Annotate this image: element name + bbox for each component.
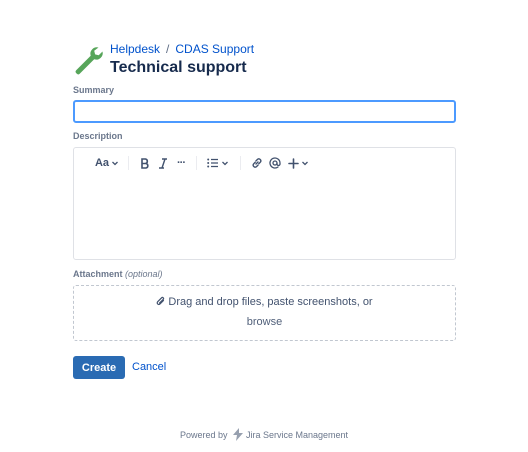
chevron-down-icon (112, 161, 118, 166)
description-content-area[interactable] (74, 178, 455, 260)
chevron-down-icon (301, 161, 308, 166)
breadcrumb-helpdesk[interactable]: Helpdesk (110, 42, 160, 56)
text-style-button[interactable]: Aa (94, 154, 120, 172)
footer-product[interactable]: Jira Service Management (246, 430, 348, 440)
description-label: Description (73, 131, 123, 141)
text-style-label: Aa (94, 157, 110, 169)
summary-input[interactable] (75, 102, 454, 122)
wrench-icon (75, 47, 103, 75)
jira-service-management-logo-icon (233, 428, 243, 441)
breadcrumb: Helpdesk / CDAS Support (110, 42, 254, 56)
breadcrumb-cdas-support[interactable]: CDAS Support (175, 42, 254, 56)
attachment-label-text: Attachment (73, 269, 123, 279)
cancel-button[interactable]: Cancel (132, 356, 166, 379)
plus-icon (287, 157, 299, 169)
portal-header: Helpdesk / CDAS Support Technical support (72, 42, 456, 82)
create-button[interactable]: Create (73, 356, 125, 379)
breadcrumb-separator: / (166, 42, 170, 56)
chevron-down-icon (222, 161, 228, 166)
mention-icon (269, 157, 281, 169)
summary-field-wrapper (73, 100, 456, 123)
attachment-optional-hint: (optional) (125, 269, 163, 279)
dropzone-browse-row: browse (74, 316, 455, 328)
toolbar-divider (128, 156, 129, 170)
paperclip-icon (157, 296, 165, 306)
italic-button[interactable] (156, 154, 170, 172)
link-icon (252, 158, 262, 168)
more-icon: ··· (177, 157, 186, 169)
page-title: Technical support (110, 59, 247, 76)
browse-link[interactable]: browse (247, 316, 282, 328)
bullet-list-icon (207, 158, 218, 168)
more-formatting-button[interactable]: ··· (174, 154, 188, 172)
link-button[interactable] (250, 154, 264, 172)
description-editor: Aa ··· (73, 147, 456, 260)
footer-prefix: Powered by (179, 430, 228, 440)
editor-toolbar: Aa ··· (74, 148, 455, 178)
bullet-list-button[interactable] (206, 154, 230, 172)
insert-button[interactable] (286, 154, 310, 172)
toolbar-divider (240, 156, 241, 170)
dropzone-instructions: Drag and drop files, paste screenshots, … (74, 296, 455, 308)
italic-icon (159, 157, 167, 169)
bold-icon (141, 157, 149, 169)
attachment-label: Attachment (optional) (73, 269, 163, 279)
powered-by-footer: Powered by Jira Service Management (0, 428, 528, 441)
summary-label: Summary (73, 85, 115, 95)
mention-button[interactable] (268, 154, 282, 172)
dropzone-text: Drag and drop files, paste screenshots, … (168, 296, 373, 308)
bold-button[interactable] (138, 154, 152, 172)
toolbar-divider (196, 156, 197, 170)
attachment-dropzone[interactable]: Drag and drop files, paste screenshots, … (73, 285, 456, 341)
